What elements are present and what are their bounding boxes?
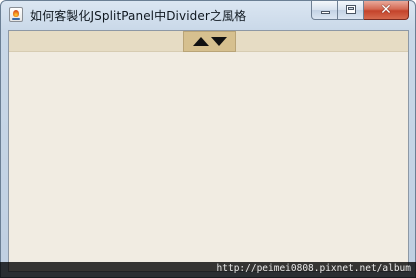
close-icon: ✕ [380,2,392,18]
watermark-bar: http://peimei0808.pixnet.net/album [0,262,416,278]
title-bar[interactable]: 如何客製化JSplitPanel中Divider之風格 ✕ [1,1,415,29]
maximize-icon [346,5,356,14]
minimize-icon [321,11,330,14]
close-button[interactable]: ✕ [364,1,409,20]
watermark-text: http://peimei0808.pixnet.net/album [216,263,411,274]
split-pane-divider[interactable] [9,31,408,52]
arrow-up-icon[interactable] [193,37,209,46]
one-touch-expand-buttons [183,31,236,52]
arrow-down-icon[interactable] [211,37,227,46]
window-title: 如何客製化JSplitPanel中Divider之風格 [30,9,247,23]
split-pane [8,30,409,272]
caption-buttons: ✕ [311,1,409,21]
maximize-button[interactable] [338,1,364,20]
bottom-component-pane [9,52,408,271]
minimize-button[interactable] [311,1,338,20]
java-coffee-cup-icon[interactable] [9,7,23,22]
app-window: 如何客製化JSplitPanel中Divider之風格 ✕ [0,0,416,278]
